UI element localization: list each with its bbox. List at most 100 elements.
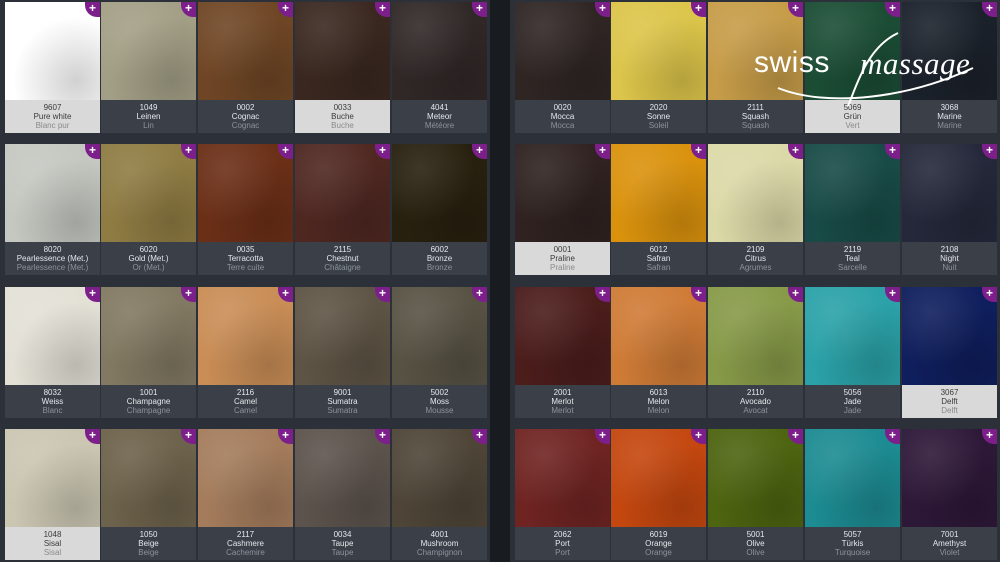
swatch-name: Jade <box>843 397 862 406</box>
color-swatch[interactable] <box>392 144 487 242</box>
swatch-tile[interactable]: +5056 Jade Jade <box>805 287 900 418</box>
swatch-label: 7001 Amethyst Violet <box>902 527 997 560</box>
color-swatch[interactable] <box>295 2 390 100</box>
swatch-tile[interactable]: +9001 Sumatra Sumatra <box>295 287 390 418</box>
color-swatch[interactable] <box>101 287 196 385</box>
swatch-tile[interactable]: +8032 Weiss Blanc <box>5 287 100 418</box>
swatch-sub: Blanc pur <box>35 121 70 130</box>
swatch-name: Pure white <box>33 112 72 121</box>
swatch-name: Port <box>555 539 570 548</box>
color-swatch[interactable] <box>101 2 196 100</box>
swatch-tile[interactable]: +2109 Citrus Agrumes <box>708 144 803 275</box>
swatch-tile[interactable]: +2117 Cashmere Cachemire <box>198 429 293 560</box>
swatch-code: 2115 <box>333 245 352 254</box>
color-swatch[interactable] <box>198 429 293 527</box>
swatch-tile[interactable]: +2108 Night Nuit <box>902 144 997 275</box>
swatch-tile[interactable]: +6020 Gold (Met.) Or (Met.) <box>101 144 196 275</box>
swatch-label: 5002 Moss Mousse <box>392 385 487 418</box>
swatch-code: 7001 <box>940 530 959 539</box>
swatch-code: 2117 <box>236 530 255 539</box>
color-swatch[interactable] <box>198 287 293 385</box>
swatch-tile[interactable]: +8020 Pearlessence (Met.) Pearlessence (Me… <box>5 144 100 275</box>
color-swatch[interactable] <box>611 287 706 385</box>
color-swatch[interactable] <box>198 2 293 100</box>
color-swatch[interactable] <box>5 144 100 242</box>
swatch-tile[interactable]: +0020 Mocca Mocca <box>515 2 610 133</box>
swatch-tile[interactable]: +2119 Teal Sarcelle <box>805 144 900 275</box>
color-swatch[interactable] <box>805 144 900 242</box>
swatch-tile[interactable]: +2001 Merlot Merlot <box>515 287 610 418</box>
swatch-tile[interactable]: +0001 Praline Praline <box>515 144 610 275</box>
swatch-tile[interactable]: +5002 Moss Mousse <box>392 287 487 418</box>
color-swatch[interactable] <box>805 287 900 385</box>
color-swatch[interactable] <box>5 287 100 385</box>
color-swatch[interactable] <box>101 429 196 527</box>
swatch-tile[interactable]: +2020 Sonne Soleil <box>611 2 706 133</box>
swatch-code: 1049 <box>139 103 158 112</box>
swatch-sub: Bronze <box>426 263 453 272</box>
color-swatch[interactable] <box>295 287 390 385</box>
color-swatch[interactable] <box>515 429 610 527</box>
swatch-code: 5001 <box>746 530 765 539</box>
swatch-tile[interactable]: +4041 Meteor Météore <box>392 2 487 133</box>
swatch-tile[interactable]: +1050 Beige Beige <box>101 429 196 560</box>
swatch-name: Melon <box>647 397 670 406</box>
swatch-tile[interactable]: +4001 Mushroom Champignon <box>392 429 487 560</box>
swatch-tile[interactable]: +0033 Buche Buche <box>295 2 390 133</box>
color-swatch[interactable] <box>805 429 900 527</box>
swatch-tile[interactable]: +7001 Amethyst Violet <box>902 429 997 560</box>
color-swatch[interactable] <box>515 144 610 242</box>
swatch-label: 8032 Weiss Blanc <box>5 385 100 418</box>
color-swatch[interactable] <box>392 2 487 100</box>
swatch-tile[interactable]: +1001 Champagne Champagne <box>101 287 196 418</box>
swatch-tile[interactable]: +5001 Olive Olive <box>708 429 803 560</box>
swatch-tile[interactable]: +1049 Leinen Lin <box>101 2 196 133</box>
swatch-tile[interactable]: +6012 Safran Safran <box>611 144 706 275</box>
color-swatch[interactable] <box>392 429 487 527</box>
swatch-row: +2001 Merlot Merlot +6013 Melon Melon +2110 Avo… <box>510 287 1000 418</box>
color-swatch[interactable] <box>5 2 100 100</box>
swatch-tile[interactable]: +3067 Delft Delft <box>902 287 997 418</box>
swatch-code: 5057 <box>843 530 862 539</box>
color-swatch[interactable] <box>295 429 390 527</box>
color-swatch[interactable] <box>611 144 706 242</box>
swatch-tile[interactable]: +0002 Cognac Cognac <box>198 2 293 133</box>
swatch-tile[interactable]: +0034 Taupe Taupe <box>295 429 390 560</box>
swatch-label: 0002 Cognac Cognac <box>198 100 293 133</box>
color-swatch[interactable] <box>515 2 610 100</box>
color-swatch[interactable] <box>708 287 803 385</box>
color-swatch[interactable] <box>902 287 997 385</box>
color-swatch[interactable] <box>5 429 100 527</box>
swatch-name: Sisal <box>43 539 62 548</box>
swatch-code: 4041 <box>430 103 449 112</box>
swatch-tile[interactable]: +6013 Melon Melon <box>611 287 706 418</box>
color-swatch[interactable] <box>611 429 706 527</box>
color-swatch[interactable] <box>708 429 803 527</box>
swatch-tile[interactable]: +0035 Terracotta Terre cuite <box>198 144 293 275</box>
color-swatch[interactable] <box>708 144 803 242</box>
swatch-tile[interactable]: +9607 Pure white Blanc pur <box>5 2 100 133</box>
swatch-tile[interactable]: +5057 Türkis Turquoise <box>805 429 900 560</box>
color-swatch[interactable] <box>611 2 706 100</box>
panel-divider <box>490 0 510 562</box>
swatch-row: +2062 Port Port +6019 Orange Orange +5001 Olive… <box>510 429 1000 560</box>
swatch-code: 9607 <box>43 103 62 112</box>
color-swatch[interactable] <box>198 144 293 242</box>
swatch-tile[interactable]: +1048 Sisal Sisal <box>5 429 100 560</box>
swatch-code: 0020 <box>553 103 572 112</box>
color-swatch[interactable] <box>902 429 997 527</box>
swatch-tile[interactable]: +2062 Port Port <box>515 429 610 560</box>
swatch-label: 1048 Sisal Sisal <box>5 527 100 560</box>
swatch-tile[interactable]: +2116 Camel Camel <box>198 287 293 418</box>
color-swatch[interactable] <box>101 144 196 242</box>
swatch-tile[interactable]: +2115 Chestnut Châtaigne <box>295 144 390 275</box>
swatch-label: 2119 Teal Sarcelle <box>805 242 900 275</box>
swatch-tile[interactable]: +6002 Bronze Bronze <box>392 144 487 275</box>
swatch-name: Cashmere <box>227 539 264 548</box>
color-swatch[interactable] <box>295 144 390 242</box>
color-swatch[interactable] <box>392 287 487 385</box>
color-swatch[interactable] <box>902 144 997 242</box>
color-swatch[interactable] <box>515 287 610 385</box>
swatch-tile[interactable]: +6019 Orange Orange <box>611 429 706 560</box>
swatch-tile[interactable]: +2110 Avocado Avocat <box>708 287 803 418</box>
